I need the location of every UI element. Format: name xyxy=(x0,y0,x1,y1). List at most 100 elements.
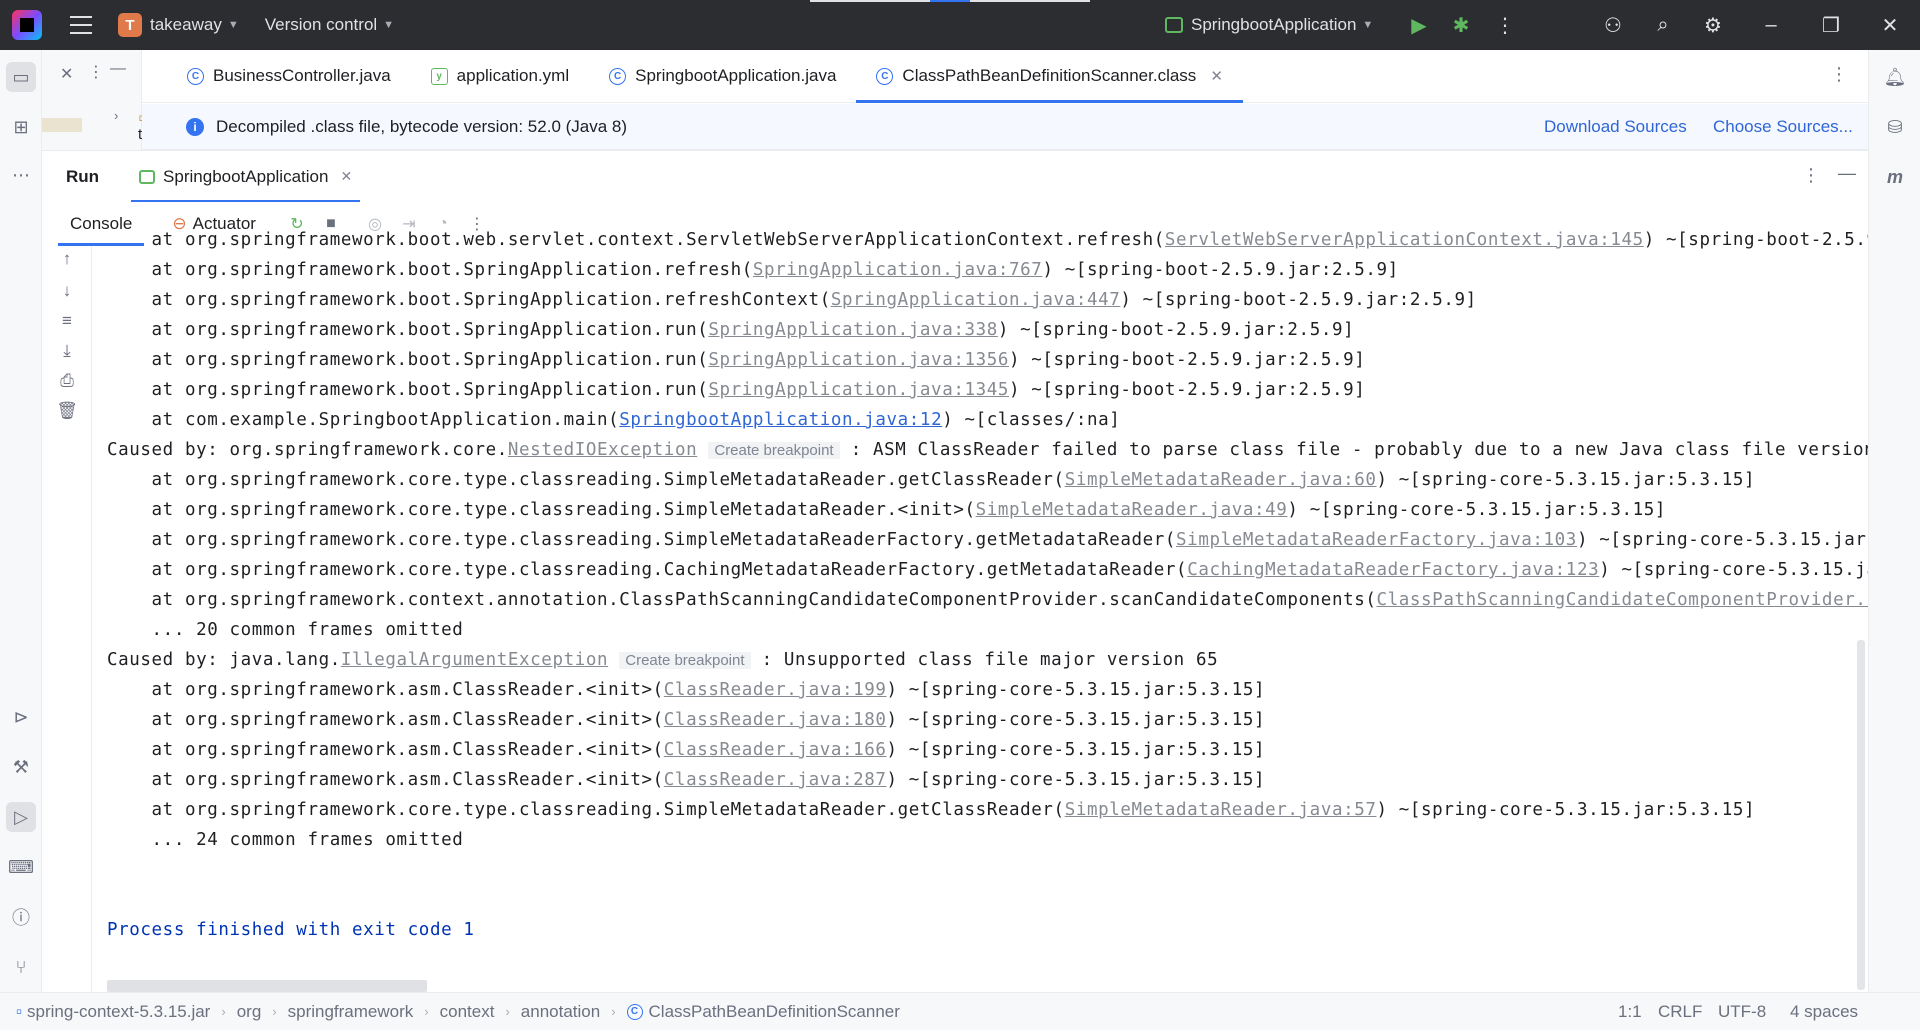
run-configuration-selector[interactable]: SpringbootApplication ▼ xyxy=(1165,0,1373,50)
debug-icon[interactable]: ✱ xyxy=(1448,12,1474,38)
line-text: ) ~[classes/:na] xyxy=(942,410,1121,430)
git-tool-icon[interactable]: ⑂ xyxy=(6,952,36,982)
terminal-tool-icon[interactable]: ⌨ xyxy=(6,852,36,882)
source-link[interactable]: SpringbootApplication.java:12 xyxy=(619,410,942,430)
line-text: ) ~[spring-core-5.3.15.jar:5.3.15] xyxy=(886,680,1266,700)
tab-classpath-bean-definition-scanner[interactable]: C ClassPathBeanDefinitionScanner.class ✕ xyxy=(856,50,1244,103)
project-tool-icon[interactable]: ▭ xyxy=(6,62,36,92)
close-run-tab-icon[interactable]: ✕ xyxy=(340,168,352,185)
source-link[interactable]: SpringApplication.java:1356 xyxy=(708,350,1009,370)
breadcrumb-item[interactable]: springframework xyxy=(288,1002,414,1022)
stack-trace-line: at org.springframework.core.type.classre… xyxy=(107,496,1666,524)
minimize-window-icon[interactable]: – xyxy=(1758,12,1784,38)
stack-trace-line: at org.springframework.core.type.classre… xyxy=(107,556,1868,584)
source-link[interactable]: SimpleMetadataReaderFactory.java:103 xyxy=(1176,530,1577,550)
structure-tool-icon[interactable]: ⊞ xyxy=(6,112,36,142)
more-tools-icon[interactable]: ⋯ xyxy=(6,160,36,190)
tab-label: BusinessController.java xyxy=(213,66,391,85)
indent-setting[interactable]: 4 spaces xyxy=(1790,1002,1858,1022)
intellij-logo-icon xyxy=(12,10,42,40)
close-window-icon[interactable]: ✕ xyxy=(1877,12,1903,38)
restore-window-icon[interactable]: ❐ xyxy=(1818,12,1844,38)
breadcrumb-item[interactable]: C ClassPathBeanDefinitionScanner xyxy=(626,1002,900,1022)
panel-options-icon[interactable]: ⋮ xyxy=(88,62,104,82)
tab-options-icon[interactable]: ⋮ xyxy=(1830,64,1848,85)
source-link[interactable]: ClassReader.java:287 xyxy=(664,770,887,790)
source-link[interactable]: SpringApplication.java:338 xyxy=(708,320,998,340)
stack-trace-line: at org.springframework.asm.ClassReader.<… xyxy=(107,706,1265,734)
source-link[interactable]: IllegalArgumentException xyxy=(341,650,608,670)
chevron-right-icon[interactable]: › xyxy=(114,108,118,123)
source-link[interactable]: SimpleMetadataReader.java:49 xyxy=(976,500,1288,520)
jar-icon: ▫ xyxy=(16,1001,23,1021)
chevron-down-icon[interactable]: ▼ xyxy=(228,19,239,31)
scroll-up-icon[interactable]: ↑ xyxy=(54,246,80,272)
vertical-scrollbar[interactable] xyxy=(1857,640,1865,990)
scroll-down-icon[interactable]: ↓ xyxy=(54,278,80,304)
editor-tabs: C BusinessController.java y application.… xyxy=(142,50,1868,103)
create-breakpoint-button[interactable]: Create breakpoint xyxy=(708,442,840,459)
download-sources-link[interactable]: Download Sources xyxy=(1544,117,1687,137)
file-encoding[interactable]: UTF-8 xyxy=(1718,1002,1766,1022)
stack-trace-line: ... 24 common frames omitted xyxy=(107,826,463,854)
caused-by-line: Caused by: org.springframework.core.Nest… xyxy=(107,436,1868,464)
source-link[interactable]: SpringApplication.java:1345 xyxy=(708,380,1009,400)
maven-tool-icon[interactable]: m xyxy=(1880,162,1910,192)
breadcrumb-item[interactable]: context xyxy=(440,1002,495,1022)
spring-boot-icon xyxy=(1165,17,1183,33)
run-tab-springboot[interactable]: SpringbootApplication ✕ xyxy=(131,151,361,203)
hide-panel-icon[interactable]: — xyxy=(110,60,126,78)
line-ending[interactable]: CRLF xyxy=(1658,1002,1702,1022)
soft-wrap-icon[interactable]: ≡ xyxy=(54,308,80,334)
stack-trace-line: at org.springframework.boot.web.servlet.… xyxy=(107,226,1868,254)
line-text: ) ~[spring-core-5.3.15.jar:5.3.15] xyxy=(1376,800,1756,820)
clear-all-icon[interactable]: 🗑︎ xyxy=(54,398,80,424)
decompiled-notice-bar: i Decompiled .class file, bytecode versi… xyxy=(142,104,1868,150)
source-link[interactable]: SpringApplication.java:767 xyxy=(753,260,1043,280)
main-menu-icon[interactable] xyxy=(70,16,92,34)
source-link[interactable]: ServletWebServerApplicationContext.java:… xyxy=(1165,230,1644,250)
build-tool-icon[interactable]: ⚒ xyxy=(6,752,36,782)
database-tool-icon[interactable]: ⛁ xyxy=(1880,112,1910,142)
source-link[interactable]: CachingMetadataReaderFactory.java:123 xyxy=(1187,560,1599,580)
tab-springboot-application[interactable]: C SpringbootApplication.java xyxy=(589,50,856,103)
tab-application-yml[interactable]: y application.yml xyxy=(411,50,589,103)
horizontal-scrollbar[interactable] xyxy=(107,980,427,992)
line-text: ) ~[spring-boot-2.5.9.jar:2.5.9] xyxy=(1009,380,1366,400)
run-icon[interactable]: ▶ xyxy=(1406,12,1432,38)
breadcrumb-item[interactable]: annotation xyxy=(521,1002,600,1022)
version-control-menu[interactable]: Version control ▼ xyxy=(265,15,394,35)
search-icon[interactable]: ⌕ xyxy=(1650,12,1676,38)
console-output[interactable]: at org.springframework.boot.web.servlet.… xyxy=(92,226,1868,992)
source-link[interactable]: ClassReader.java:180 xyxy=(664,710,887,730)
source-link[interactable]: SpringApplication.java:447 xyxy=(831,290,1121,310)
caret-position[interactable]: 1:1 xyxy=(1618,1002,1642,1022)
project-name[interactable]: takeaway xyxy=(150,15,222,35)
services-tool-icon[interactable]: ⊳ xyxy=(6,702,36,732)
settings-gear-icon[interactable]: ⚙ xyxy=(1700,12,1726,38)
choose-sources-link[interactable]: Choose Sources... xyxy=(1713,117,1853,137)
source-link[interactable]: ClassReader.java:199 xyxy=(664,680,887,700)
source-link[interactable]: SimpleMetadataReader.java:60 xyxy=(1065,470,1377,490)
run-tool-icon[interactable]: ▷ xyxy=(6,802,36,832)
problems-tool-icon[interactable]: ⓘ xyxy=(6,902,36,932)
breadcrumb-item[interactable]: org xyxy=(237,1002,262,1022)
hide-run-panel-icon[interactable]: — xyxy=(1838,163,1856,184)
close-tab-icon[interactable]: ✕ xyxy=(1210,67,1223,85)
source-link[interactable]: NestedIOException xyxy=(508,440,697,460)
scroll-to-end-icon[interactable]: ⤓ xyxy=(54,338,80,364)
create-breakpoint-button[interactable]: Create breakpoint xyxy=(619,652,751,669)
run-options-icon[interactable]: ⋮ xyxy=(1802,165,1820,186)
code-with-me-icon[interactable]: ⚇ xyxy=(1600,12,1626,38)
print-icon[interactable]: ⎙ xyxy=(54,368,80,394)
tab-business-controller[interactable]: C BusinessController.java xyxy=(167,50,411,103)
source-link[interactable]: SimpleMetadataReader.java:57 xyxy=(1065,800,1377,820)
breadcrumb-item[interactable]: ▫ spring-context-5.3.15.jar xyxy=(16,1002,210,1022)
source-link[interactable]: ClassReader.java:166 xyxy=(664,740,887,760)
notifications-bell-icon[interactable]: 🔔︎ xyxy=(1880,62,1910,92)
close-panel-icon[interactable]: ✕ xyxy=(60,64,73,84)
run-panel-header: Run SpringbootApplication ✕ ⋮ — xyxy=(42,150,1868,203)
project-badge[interactable]: T xyxy=(118,13,142,37)
more-actions-icon[interactable]: ⋮ xyxy=(1492,12,1518,38)
source-link[interactable]: ClassPathScanningCandidateComponentProvi… xyxy=(1377,590,1869,610)
